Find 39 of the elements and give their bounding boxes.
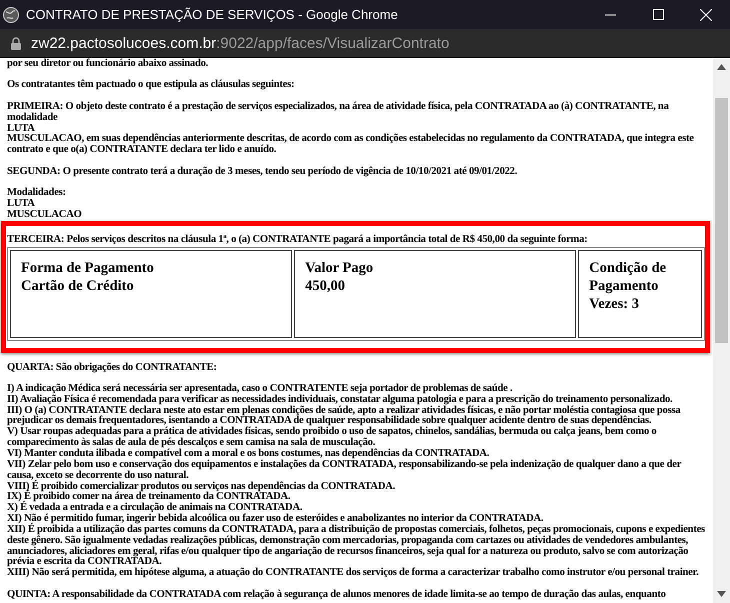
globe-icon	[2, 6, 20, 24]
contract-text: Modalidades:	[7, 188, 67, 199]
contract-text: LUTA	[7, 124, 36, 134]
table-cell: Forma de Pagamento Cartão de Crédito	[10, 250, 292, 338]
contract-text: SEGUNDA: O presente contrato terá a duração de 3 meses, tendo seu período de vigência de 10/10/2021 até 09/01/2022.	[7, 166, 518, 178]
contract-text: VII) Zelar pelo bom uso e conservação dos equipamentos e instalações da CONTRATADA, responsabilizando-se pela indenização de qualquer dano a que der causa, exceto se decorrente do uso natural.	[7, 460, 682, 481]
contract-text: QUARTA: São obrigações do CONTRATANTE:	[7, 362, 218, 374]
scroll-thumb[interactable]	[715, 98, 728, 343]
url-host: zw22.pactosolucoes.com.br	[31, 34, 216, 52]
contract-text: Os contratantes têm pactuado o que estipula as cláusulas seguintes:	[7, 80, 296, 92]
contract-text: por seu diretor ou funcionário abaixo assinado.	[7, 59, 210, 70]
address-bar[interactable]: zw22.pactosolucoes.com.br:9022/app/faces/VisualizarContrato	[0, 29, 730, 58]
contract-text: V) Usar roupas adequadas para a prática de atividades físicas, sendo proibido o uso de sapatos, chinelos, sandálias, bermuda ou calça jeans, bem como o comparecimento às salas de aula de pés descalços e sem camisa na sala de musculação.	[7, 427, 658, 448]
scroll-down-icon	[717, 591, 726, 597]
minimize-icon	[604, 14, 616, 16]
contract-text: II) Avaliação Física é recomendada para verificar as necessidades individuais, constatar alguma patologia e para a prescrição do treinamento personalizado.	[7, 394, 674, 406]
maximize-icon	[652, 9, 664, 20]
contract-text: VI) Manter conduta ilibada e compatível com a moral e os bons costumes, nas dependências da CONTRATADA.	[7, 449, 490, 460]
scroll-up-icon	[717, 64, 726, 70]
contract-text: XII) É proibida a utilização das partes comuns da CONTRATADA, para a distribuição de propostas comerciais, folhetos, peças promocionais, cupons e expedientes deste gênero. São igualmente vedadas realizações públicas, demonstração com mercadorias, propaganda com cartazes ou atividades de vendedores ambulantes, anunciadores, aliciadores em geral, rifas e/ou qualquer tipo de angariação de recursos financeiros, seja qual for a natureza ou produto, salvo se com autorização prévia e escrita da CONTRATADA.	[7, 524, 705, 568]
scrollbar[interactable]	[713, 58, 730, 603]
table-cell: Valor Pago 450,00	[294, 250, 576, 338]
contract-text: PRIMEIRA: O objeto deste contrato é a prestação de serviços especializados, na área de atividade física, pela CONTRATADA ao (à) CONTRATANTE, na modalidade	[7, 102, 670, 124]
contract-text: III) O (a) CONTRATANTE declara neste ato estar em plenas condições de saúde, apto a realizar atividades físicas, e não portar moléstia contagiosa que possa prejudicar os demais frequentadores, isentando a CONTRATADA de qualquer responsabilidade sobre qualquer acidente dentro de suas dependências.	[7, 406, 682, 426]
contract-text: VIII) É proibido comercializar produtos ou serviços nas dependências da CONTRATADA.	[7, 482, 396, 492]
url-path: :9022/app/faces/VisualizarContrato	[216, 34, 450, 52]
contract-text: IX) É proibido comer na área de treinamento da CONTRATADA.	[7, 492, 290, 502]
contract-text: MUSCULACAO	[7, 210, 83, 221]
contract-text: TERCEIRA: Pelos serviços descritos na cláusula 1ª, o (a) CONTRATANTE pagará a importância total de R$ 450,00 da seguinte forma:	[7, 234, 588, 246]
contract-text: X) É vedada a entrada e a circulação de animais na CONTRATADA.	[7, 503, 304, 514]
lock-icon	[11, 36, 21, 50]
contract-text: LUTA	[7, 198, 36, 210]
contract-text: XIII) Não será permitida, em hipótese alguma, a atuação do CONTRATANTE dos serviços de forma a caracterizar trabalho como instrutor e/ou personal trainer.	[7, 568, 700, 580]
table-cell: Condição de Pagamento Vezes: 3	[578, 250, 702, 338]
contract-text: MUSCULACAO, em suas dependências anteriormente descritas, de acordo com as condições estabelecidas no regulamento da CONTRATADA, que integra este contrato e que o(a) CONTRATANTE declara ter lido e anuído.	[7, 134, 695, 156]
contract-text: QUINTA: A responsabilidade da CONTRATADA com relação à segurança de alunos menores de idade limita-se ao tempo de duração das aulas, enquanto	[7, 590, 667, 601]
close-icon	[700, 8, 712, 20]
contract-text: I) A indicação Médica será necessária ser apresentada, caso o CONTRATENTE seja portador de problemas de saúde .	[7, 384, 514, 394]
window-title: CONTRATO DE PRESTAÇÃO DE SERVIÇOS - Google Chrome	[26, 7, 399, 22]
